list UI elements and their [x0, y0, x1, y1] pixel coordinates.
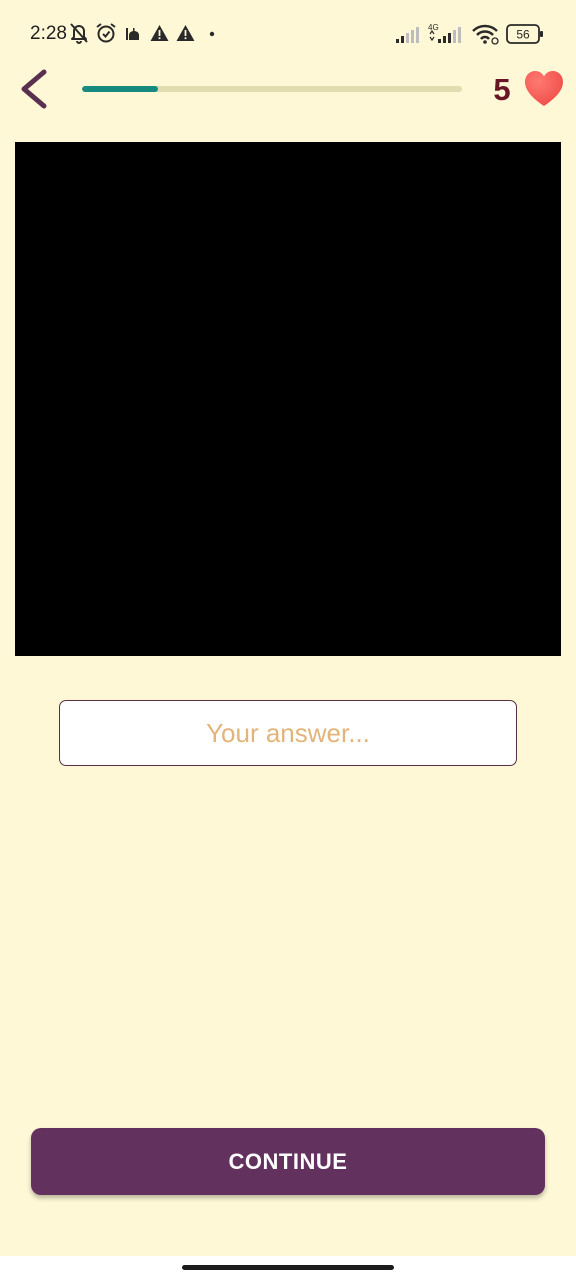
dot-icon	[209, 31, 215, 37]
progress-bar	[82, 86, 462, 92]
home-indicator[interactable]	[182, 1265, 394, 1270]
heart-icon	[525, 71, 563, 106]
signal-4g-icon: 4G	[428, 23, 461, 43]
wifi-icon	[472, 24, 499, 45]
media-display	[15, 142, 561, 656]
top-bar: 5	[0, 66, 576, 126]
status-time: 2:28	[30, 23, 67, 44]
chevron-left-icon	[21, 69, 47, 109]
alarm-icon	[96, 23, 116, 43]
signal-icon	[396, 27, 419, 43]
lives-count: 5	[493, 72, 511, 107]
bell-off-icon	[70, 23, 88, 44]
warning-icon	[176, 25, 195, 41]
svg-text:4G: 4G	[428, 23, 439, 32]
battery-icon: 56	[506, 24, 543, 44]
status-bar: 2:28 4G 56	[0, 0, 576, 66]
mosque-icon	[126, 28, 139, 40]
continue-button[interactable]: CONTINUE	[31, 1128, 545, 1195]
svg-text:56: 56	[516, 28, 530, 42]
navigation-bar	[0, 1256, 576, 1280]
back-button[interactable]	[14, 66, 58, 112]
answer-input[interactable]	[59, 700, 517, 766]
warning-icon	[150, 25, 169, 41]
progress-fill	[82, 86, 158, 92]
